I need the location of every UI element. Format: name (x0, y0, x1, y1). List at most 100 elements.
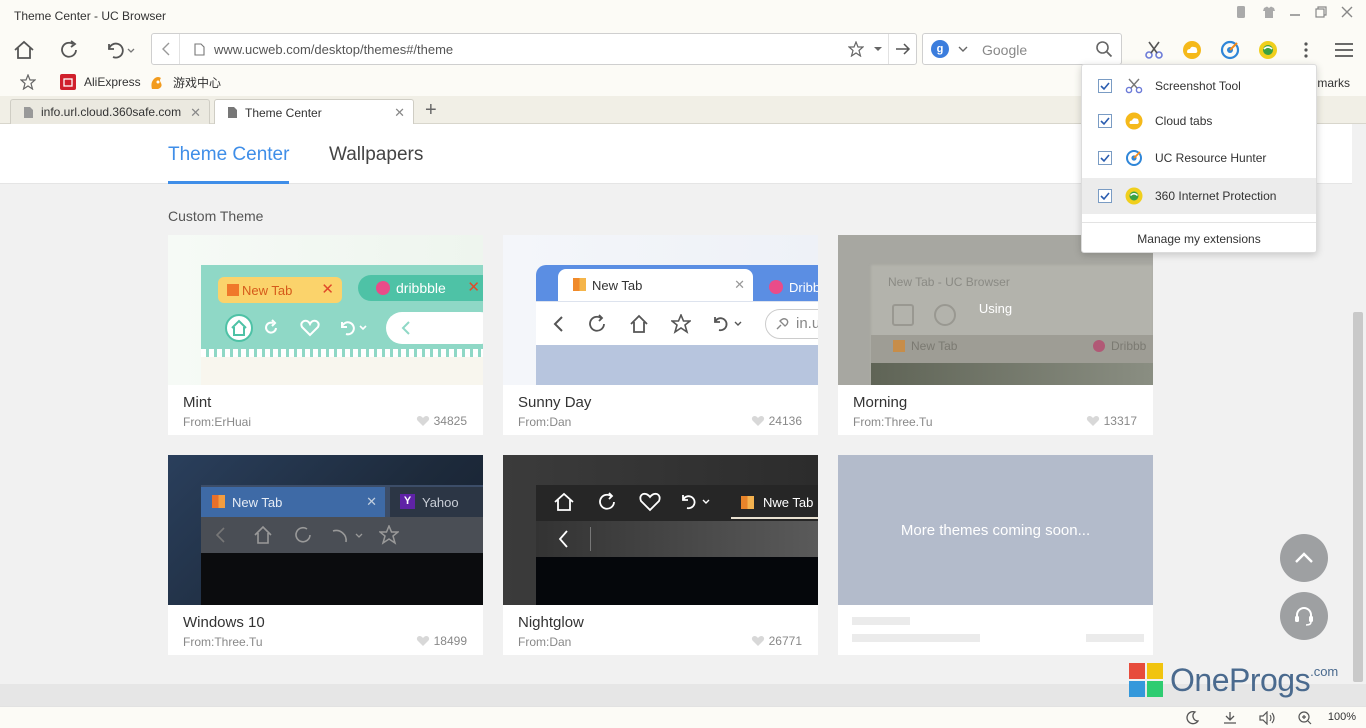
heart-icon (1086, 415, 1100, 427)
url-dropdown-icon[interactable] (872, 41, 884, 62)
preview-tab: dribbble ✕ (358, 275, 483, 301)
theme-card-morning[interactable]: New Tab - UC Browser New Tab Dribbb Usin… (838, 235, 1153, 435)
support-button[interactable] (1280, 592, 1328, 640)
back-to-top-button[interactable] (1280, 534, 1328, 582)
phone-icon[interactable] (1228, 0, 1254, 24)
like-count-value: 24136 (768, 414, 802, 428)
google-engine-icon[interactable]: g (931, 40, 949, 58)
search-icon[interactable] (1095, 40, 1113, 63)
chevron-down-icon[interactable] (957, 42, 969, 60)
watermark-text: OneProgs (1170, 661, 1311, 698)
preview-tab: New Tab ✕ (218, 277, 342, 303)
tab-360safe[interactable]: info.url.cloud.360safe.com ✕ (10, 99, 210, 124)
other-bookmarks-label[interactable]: marks (1317, 76, 1350, 90)
zoom-level[interactable]: 100% (1328, 711, 1356, 723)
extension-item-resource-hunter[interactable]: UC Resource Hunter (1082, 140, 1316, 176)
search-box[interactable]: g Google (922, 33, 1122, 65)
close-window-button[interactable] (1334, 0, 1360, 24)
theme-preview[interactable]: New Tab - UC Browser New Tab Dribbb Usin… (838, 235, 1153, 385)
placeholder-line (852, 617, 910, 625)
like-count[interactable]: 24136 (751, 414, 802, 428)
like-count-value: 18499 (433, 634, 467, 648)
heart-icon (416, 415, 430, 427)
scissors-icon (1145, 41, 1163, 59)
preview-tab-label: dribbble (396, 280, 446, 296)
night-mode-icon[interactable] (1184, 710, 1200, 726)
search-placeholder[interactable]: Google (982, 42, 1027, 58)
theme-preview[interactable]: New Tab ✕ Y Yahoo (168, 455, 483, 605)
preview-tab-label: New Tab (232, 494, 283, 510)
url-text[interactable]: www.ucweb.com/desktop/themes#/theme (214, 42, 453, 57)
bookmark-star-button[interactable] (20, 74, 36, 90)
preview-tab-label: Yahoo (422, 494, 459, 510)
theme-card-nightglow[interactable]: Nwe Tab Nightglow From:Dan 26771 (503, 455, 818, 655)
theme-author: From:Three.Tu (183, 635, 263, 649)
extension-label: Screenshot Tool (1155, 79, 1241, 93)
hamburger-icon (1335, 43, 1353, 57)
zoom-icon[interactable] (1297, 710, 1313, 726)
tab-theme-center-nav[interactable]: Theme Center (168, 144, 289, 166)
preview-tab: New Tab ✕ (558, 269, 753, 301)
volume-icon[interactable] (1259, 710, 1275, 726)
restore-button[interactable] (1308, 0, 1334, 24)
placeholder-line (852, 634, 980, 642)
resource-hunter-icon (1125, 149, 1143, 167)
heart-icon (751, 415, 765, 427)
extensions-menu: Screenshot Tool Cloud tabs UC Resource H… (1081, 64, 1317, 253)
undo-close-button[interactable] (103, 35, 139, 65)
windows-logo-icon (1129, 663, 1163, 697)
preview-tab: Y Yahoo (390, 487, 483, 517)
go-button[interactable] (888, 34, 916, 64)
close-tab-icon[interactable]: ✕ (394, 105, 405, 121)
like-count-value: 34825 (433, 414, 467, 428)
scrollbar-thumb[interactable] (1353, 312, 1363, 682)
checkbox[interactable] (1098, 189, 1112, 203)
screenshot-tool-button[interactable] (1144, 40, 1164, 60)
preview-tab: Nwe Tab (731, 487, 818, 519)
scissors-icon (1125, 77, 1143, 95)
like-count[interactable]: 26771 (751, 634, 802, 648)
like-count[interactable]: 13317 (1086, 414, 1137, 428)
tab-wallpapers[interactable]: Wallpapers (329, 144, 423, 166)
resource-hunter-button[interactable] (1220, 40, 1240, 60)
extension-item-360-protection[interactable]: 360 Internet Protection (1082, 178, 1316, 214)
tab-theme-center[interactable]: Theme Center ✕ (214, 99, 414, 125)
cloud-tabs-button[interactable] (1182, 40, 1202, 60)
theme-preview[interactable]: New Tab ✕ Dribb in.u (503, 235, 818, 385)
360-protection-button[interactable] (1258, 40, 1278, 60)
download-icon[interactable] (1222, 710, 1238, 726)
theme-preview[interactable]: Nwe Tab (503, 455, 818, 605)
chevron-up-icon (1295, 552, 1313, 563)
theme-preview[interactable]: New Tab ✕ dribbble ✕ (168, 235, 483, 385)
refresh-button[interactable] (54, 35, 84, 65)
bookmark-star-icon[interactable] (847, 40, 865, 62)
theme-card-windows-10[interactable]: New Tab ✕ Y Yahoo Windows 10 From:Three.… (168, 455, 483, 655)
checkbox[interactable] (1098, 151, 1112, 165)
checkbox[interactable] (1098, 114, 1112, 128)
theme-card-sunny-day[interactable]: New Tab ✕ Dribb in.u Sunny Day From:Dan … (503, 235, 818, 435)
page-back-button[interactable] (152, 34, 180, 64)
bookmark-aliexpress[interactable]: AliExpress (60, 74, 141, 90)
theme-name: Morning (853, 394, 908, 411)
extension-item-screenshot[interactable]: Screenshot Tool (1082, 68, 1316, 104)
bookmark-game-center[interactable]: 游戏中心 (149, 74, 221, 91)
preview-url: in.u (796, 315, 818, 332)
extension-item-cloud-tabs[interactable]: Cloud tabs (1082, 103, 1316, 139)
new-tab-button[interactable]: + (425, 99, 437, 122)
like-count[interactable]: 34825 (416, 414, 467, 428)
main-menu-button[interactable] (1334, 40, 1354, 60)
home-button[interactable] (9, 35, 39, 65)
minimize-button[interactable] (1282, 0, 1308, 24)
like-count-value: 13317 (1103, 414, 1137, 428)
checkbox[interactable] (1098, 79, 1112, 93)
close-tab-icon[interactable]: ✕ (190, 105, 201, 121)
watermark-suffix: .com (1310, 664, 1339, 679)
manage-extensions-link[interactable]: Manage my extensions (1082, 232, 1316, 246)
address-bar[interactable]: www.ucweb.com/desktop/themes#/theme (151, 33, 917, 65)
skin-icon[interactable] (1256, 0, 1282, 24)
preview-tab-label: New Tab (592, 277, 643, 293)
like-count[interactable]: 18499 (416, 634, 467, 648)
more-menu-button[interactable] (1296, 40, 1316, 60)
tab-label: Theme Center (245, 105, 322, 120)
theme-card-mint[interactable]: New Tab ✕ dribbble ✕ Mint From:ErHuai 34… (168, 235, 483, 435)
